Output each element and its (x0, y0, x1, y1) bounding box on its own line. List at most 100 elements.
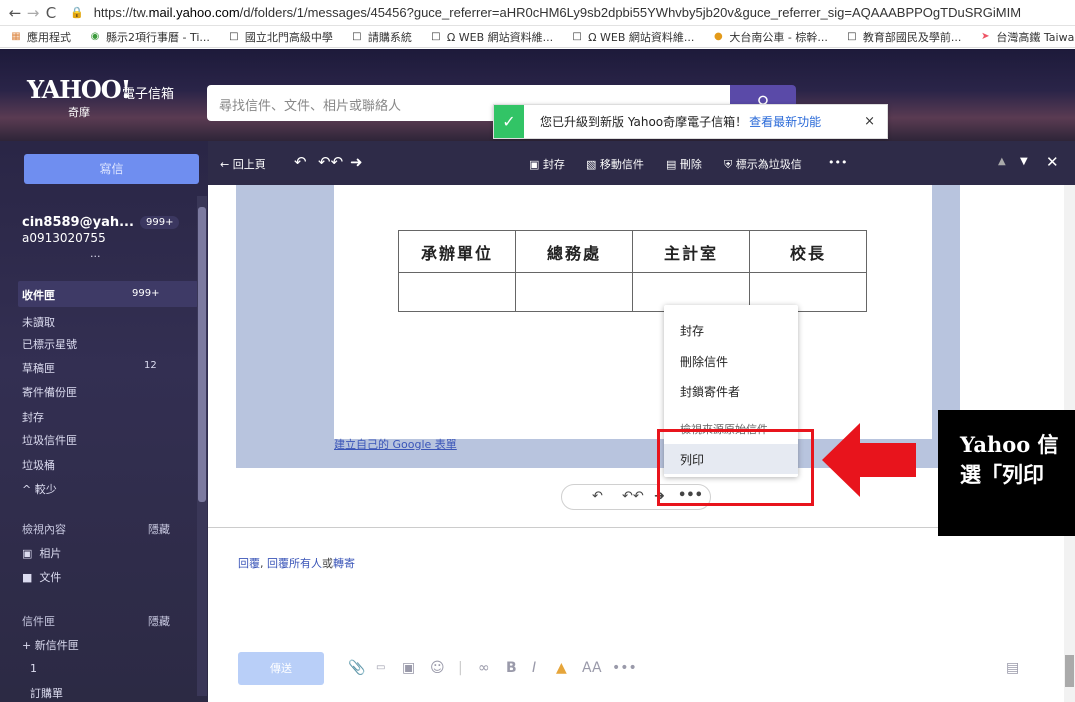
font-size-icon[interactable]: AA (582, 660, 602, 676)
table-header-cell: 校長 (749, 230, 867, 273)
reply-all-icon[interactable]: ↶↶ (318, 153, 343, 171)
italic-icon[interactable]: I (532, 660, 536, 676)
more-format-icon[interactable]: ••• (612, 660, 637, 676)
sidebar: 寫信 cin8589@yah... 999+ a0913020755 ... 收… (0, 141, 208, 702)
forward-icon[interactable]: ➜ (350, 153, 363, 171)
account-secondary[interactable]: a0913020755 (22, 231, 106, 245)
previous-message-icon[interactable]: ▲ (998, 156, 1006, 167)
folder-trash[interactable]: 垃圾桶 (22, 457, 55, 473)
bookmark-bus[interactable]: ● 大台南公車 - 棕幹... (712, 29, 828, 45)
apps-grid-icon: ▦ (11, 30, 21, 42)
red-arrow-icon (822, 423, 916, 497)
bookmarks-bar: ▦ 應用程式 ◉ 縣示2項行事曆 - Ti... □ 國立北門高級中學 □ 請購系統 □… (0, 26, 1075, 48)
bookmark-web1[interactable]: □ Ω WEB 網站資料維... (430, 29, 553, 45)
bookmark-apps[interactable]: ▦ 應用程式 (10, 29, 71, 45)
product-title: 電子信箱 (122, 87, 175, 102)
google-form-link[interactable]: 建立自己的 Google 表單 (334, 436, 457, 452)
account-email[interactable]: cin8589@yah... (22, 215, 134, 230)
circle-icon: ◉ (90, 30, 100, 42)
mailbox-hide-toggle[interactable]: 隱藏 (148, 613, 170, 629)
table-header-cell: 主計室 (632, 230, 750, 273)
content-divider (208, 527, 1064, 528)
send-button[interactable]: 傳送 (238, 652, 324, 685)
close-icon[interactable]: × (864, 114, 875, 129)
show-less-toggle[interactable]: ^ 較少 (22, 481, 57, 497)
spam-button[interactable]: ⛨ 標示為垃圾信 (724, 156, 802, 172)
bookmark-calendar[interactable]: ◉ 縣示2項行事曆 - Ti... (89, 29, 210, 45)
more-actions-button[interactable]: ••• (828, 156, 847, 169)
back-arrow-icon[interactable]: ← (6, 4, 24, 22)
back-button[interactable]: ← 回上頁 (220, 156, 266, 172)
toast-link[interactable]: 查看最新功能 (749, 115, 821, 129)
folder-custom-order[interactable]: 訂購單 (30, 685, 63, 701)
trash-icon: ▤ (666, 158, 677, 171)
folder-archive[interactable]: 封存 (22, 409, 44, 425)
drafts-count: 12 (144, 360, 157, 371)
archive-button[interactable]: ▣ 封存 (529, 156, 565, 172)
bold-icon[interactable]: B (506, 660, 517, 676)
menu-item-block[interactable]: 封鎖寄件者 (680, 383, 740, 400)
folder-starred[interactable]: 已標示星號 (22, 336, 77, 352)
inbox-count: 999+ (132, 288, 160, 299)
train-icon: ➤ (981, 30, 990, 42)
reply-icon[interactable]: ↶ (592, 489, 603, 504)
archive-icon: ▣ (529, 158, 540, 171)
bookmark-purchase[interactable]: □ 請購系統 (351, 29, 412, 45)
folder-inbox[interactable]: 收件匣 (22, 287, 55, 303)
emoji-icon[interactable]: ☺ (430, 660, 445, 676)
sticker-icon[interactable]: ▣ (402, 660, 415, 676)
folder-spam[interactable]: 垃圾信件匣 (22, 432, 77, 448)
content-scroll-thumb[interactable] (1065, 655, 1074, 687)
new-folder-button[interactable]: + 新信件匣 (22, 637, 79, 653)
close-icon[interactable]: ✕ (1046, 153, 1059, 171)
menu-item-delete[interactable]: 刪除信件 (680, 353, 728, 370)
check-icon: ✓ (494, 105, 524, 138)
bookmark-school[interactable]: □ 國立北門高級中學 (228, 29, 333, 45)
attachment-icon[interactable]: 📎 (348, 660, 365, 676)
gif-icon[interactable]: ▭ (376, 662, 385, 673)
more-accounts[interactable]: ... (90, 247, 101, 260)
yahoo-logo[interactable]: YAHOO! (27, 75, 131, 104)
delete-button[interactable]: ▤ 刪除 (666, 156, 702, 172)
bookmark-hsr[interactable]: ➤ 台灣高鐵 Taiwa (979, 29, 1074, 45)
folder-sent[interactable]: 寄件備份匣 (22, 384, 77, 400)
forward-link[interactable]: 轉寄 (333, 557, 355, 570)
shield-icon: ⛨ (724, 158, 733, 171)
next-message-icon[interactable]: ▼ (1020, 156, 1028, 167)
forward-arrow-icon[interactable]: → (24, 4, 42, 22)
views-hide-toggle[interactable]: 隱藏 (148, 521, 170, 537)
sidebar-scroll-thumb[interactable] (198, 207, 206, 502)
folder-drafts[interactable]: 草稿匣 (22, 360, 55, 376)
bus-icon: ● (714, 30, 723, 42)
menu-item-archive[interactable]: 封存 (680, 322, 704, 339)
table-cell (515, 272, 633, 312)
compose-button[interactable]: 寫信 (24, 154, 199, 184)
page-icon: □ (847, 30, 857, 42)
trash-icon[interactable]: ▤ (1006, 660, 1019, 676)
folder-unread[interactable]: 未讀取 (22, 314, 55, 330)
reload-icon[interactable]: C (42, 4, 60, 22)
folder-custom-1[interactable]: 1 (30, 662, 37, 675)
reply-link[interactable]: 回覆 (238, 557, 260, 570)
signature-table: 承辦單位 總務處 主計室 校長 (398, 230, 867, 312)
view-documents[interactable]: ■ 文件 (22, 569, 61, 585)
table-cell (398, 272, 516, 312)
page-icon: □ (572, 30, 582, 42)
highlight-box (657, 429, 814, 506)
link-icon[interactable]: ∞ (478, 660, 490, 676)
bookmark-moe[interactable]: □ 教育部國民及學前... (846, 29, 961, 45)
url-field[interactable]: https://tw.mail.yahoo.com/d/folders/1/me… (94, 5, 1021, 20)
callout-line-1: Yahoo 信 (960, 432, 1059, 457)
message-toolbar: ← 回上頁 ↶ ↶↶ ➜ ▣ 封存 ▧ 移動信件 ▤ 刪除 ⛨ 標示為垃圾信 •… (208, 141, 1075, 185)
views-heading: 檢視內容 (22, 523, 66, 536)
color-icon[interactable]: ▲ (556, 660, 567, 676)
reply-icon[interactable]: ↶ (294, 153, 307, 171)
bookmark-web2[interactable]: □ Ω WEB 網站資料維... (571, 29, 694, 45)
reply-all-icon[interactable]: ↶↶ (622, 489, 644, 504)
browser-address-bar: ← → C 🔒 https://tw.mail.yahoo.com/d/fold… (0, 0, 1075, 26)
view-photos[interactable]: ▣ 相片 (22, 545, 61, 561)
instruction-callout: Yahoo 信 選「列印 (938, 410, 1075, 536)
reply-all-link[interactable]: 回覆所有人 (267, 557, 322, 570)
move-button[interactable]: ▧ 移動信件 (586, 156, 644, 172)
mailbox-heading: 信件匣 (22, 615, 55, 628)
